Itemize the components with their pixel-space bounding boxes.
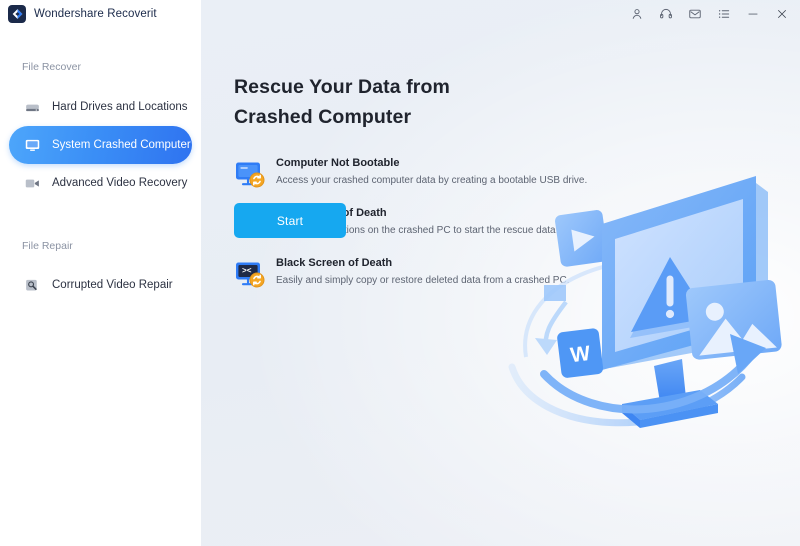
sidebar-group-file-recover: File Recover Hard Drives and Locations S…	[0, 61, 201, 202]
sidebar-group-title: File Recover	[22, 61, 81, 73]
monitor-blue-refresh-icon	[234, 158, 266, 190]
close-icon[interactable]	[767, 0, 796, 28]
app-window: Wondershare Recoverit File Recover Hard …	[0, 0, 800, 546]
minimize-icon[interactable]	[738, 0, 767, 28]
sidebar-group-title: File Repair	[22, 240, 73, 252]
sidebar-group-file-repair: File Repair Corrupted Video Repair	[0, 240, 201, 304]
video-repair-icon	[22, 275, 42, 295]
sidebar-item-advanced-video-recovery[interactable]: Advanced Video Recovery	[9, 164, 192, 202]
sidebar-item-system-crashed-computer[interactable]: System Crashed Computer	[9, 126, 192, 164]
word-file-badge-label: W	[569, 342, 592, 367]
svg-text:><: ><	[242, 267, 252, 276]
sidebar: Wondershare Recoverit File Recover Hard …	[0, 0, 201, 546]
main-content: Rescue Your Data from Crashed Computer C…	[201, 0, 800, 546]
titlebar-controls	[622, 0, 800, 28]
monitor-icon	[22, 135, 42, 155]
monitor-black-sadface-refresh-icon: ><	[234, 258, 266, 290]
sidebar-item-label: Corrupted Video Repair	[52, 279, 173, 291]
sidebar-item-label: Hard Drives and Locations	[52, 101, 188, 113]
page-title: Rescue Your Data from Crashed Computer	[234, 76, 450, 128]
crashed-monitor-illustration: W	[504, 152, 800, 442]
wondershare-diamond-logo-icon	[8, 5, 26, 23]
start-button[interactable]: Start	[234, 203, 346, 238]
menu-list-icon[interactable]	[709, 0, 738, 28]
support-headset-icon[interactable]	[651, 0, 680, 28]
sidebar-item-hard-drives-and-locations[interactable]: Hard Drives and Locations	[9, 88, 192, 126]
video-camera-icon	[22, 173, 42, 193]
mail-icon[interactable]	[680, 0, 709, 28]
sidebar-item-label: Advanced Video Recovery	[52, 177, 188, 189]
brand-name: Wondershare Recoverit	[34, 8, 157, 20]
account-icon[interactable]	[622, 0, 651, 28]
sidebar-item-corrupted-video-repair[interactable]: Corrupted Video Repair	[9, 266, 192, 304]
brand: Wondershare Recoverit	[0, 0, 201, 28]
sidebar-item-label: System Crashed Computer	[52, 139, 191, 151]
hard-drive-icon	[22, 97, 42, 117]
